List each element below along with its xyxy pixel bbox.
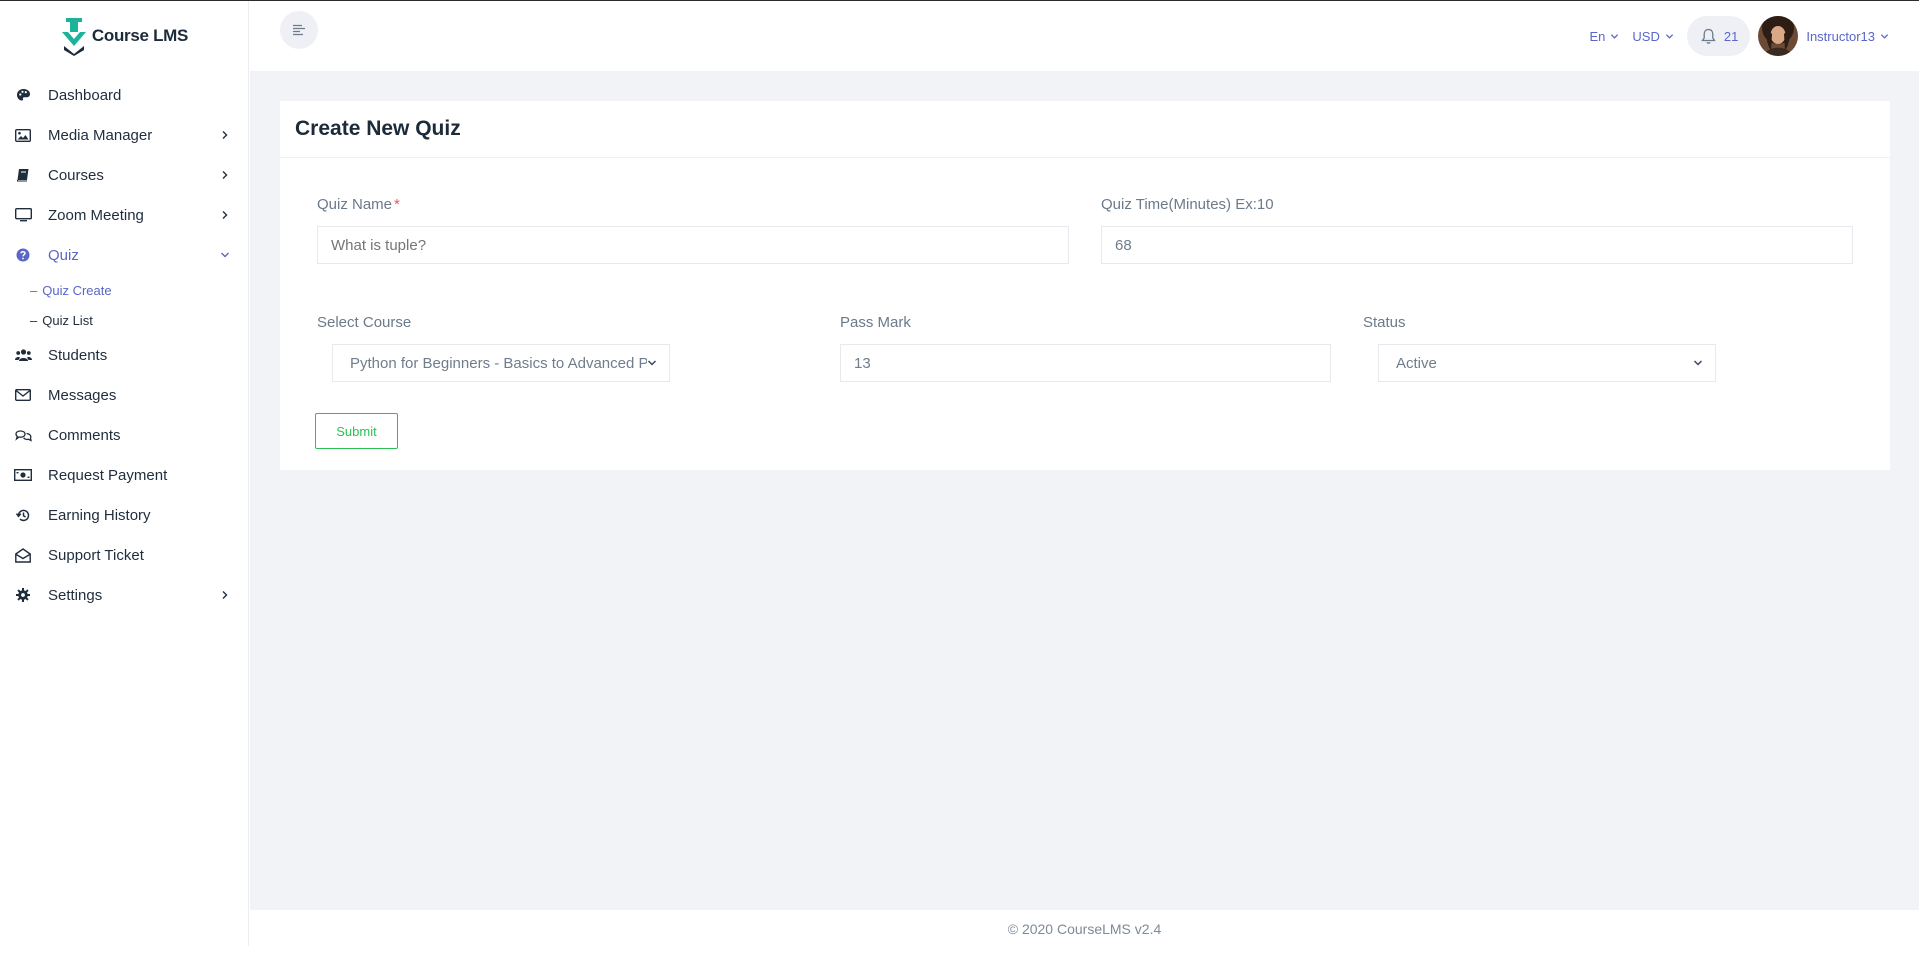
sidebar-item-earning-history[interactable]: Earning History: [0, 495, 248, 535]
history-icon: [14, 506, 32, 524]
submenu-item-quiz-create[interactable]: – Quiz Create: [0, 275, 248, 305]
chevron-right-icon: [222, 171, 228, 179]
page-title: Create New Quiz: [295, 117, 461, 140]
sidebar-item-comments[interactable]: Comments: [0, 415, 248, 455]
sidebar-item-quiz[interactable]: Quiz: [0, 235, 248, 275]
user-photo: [1758, 16, 1799, 56]
sidebar-item-label: Support Ticket: [48, 546, 144, 564]
copyright-text: © 2020 CourseLMS v2.4: [1007, 920, 1162, 937]
status-select-value: Active: [1396, 354, 1437, 372]
required-mark: *: [394, 196, 400, 213]
language-label: En: [1589, 28, 1606, 44]
brand-name: Course LMS: [91, 26, 189, 45]
quiz-name-label: Quiz Name *: [317, 196, 400, 213]
bell-icon: [1701, 28, 1716, 44]
monitor-icon: [14, 206, 32, 224]
sidebar-item-settings[interactable]: Settings: [0, 575, 248, 615]
chevron-right-icon: [222, 591, 228, 599]
language-dropdown[interactable]: En: [1590, 29, 1620, 44]
sidebar-item-label: Settings: [48, 586, 103, 604]
quiz-name-label-text: Quiz Name: [317, 196, 393, 213]
align-left-icon: [293, 24, 305, 36]
card-header: Create New Quiz: [280, 101, 1890, 158]
sidebar-item-label: Messages: [48, 386, 117, 404]
question-circle-icon: [14, 246, 32, 264]
footer: © 2020 CourseLMS v2.4: [250, 910, 1919, 947]
select-course-label: Select Course: [317, 314, 412, 331]
pass-mark-input[interactable]: 13: [840, 344, 1331, 382]
submenu-dash: –: [30, 312, 38, 328]
sidebar-item-label: Zoom Meeting: [48, 206, 144, 224]
pass-mark-label: Pass Mark: [840, 314, 911, 331]
book-icon: [14, 166, 32, 184]
sidebar-item-label: Students: [48, 346, 108, 364]
sidebar-item-label: Request Payment: [48, 466, 168, 484]
sidebar-menu: Dashboard Media Manager Courses Zoom Mee…: [0, 75, 248, 615]
topbar-right: En USD 21 Instructor13: [1590, 15, 1889, 57]
avatar[interactable]: [1758, 16, 1799, 56]
sidebar-item-courses[interactable]: Courses: [0, 155, 248, 195]
course-select[interactable]: Python for Beginners - Basics to Advance…: [332, 344, 670, 382]
image-icon: [14, 126, 32, 144]
sidebar-item-label: Comments: [48, 426, 121, 444]
quiz-time-label: Quiz Time(Minutes) Ex:10: [1101, 196, 1274, 213]
submenu-item-label: Quiz Create: [42, 282, 112, 298]
brand[interactable]: Course LMS: [0, 1, 248, 71]
user-dropdown[interactable]: Instructor13: [1806, 29, 1889, 44]
users-icon: [14, 346, 32, 364]
sidebar-item-label: Media Manager: [48, 126, 153, 144]
envelope-icon: [14, 386, 32, 404]
sidebar-item-messages[interactable]: Messages: [0, 375, 248, 415]
chevron-down-icon: [1665, 33, 1673, 39]
status-label: Status: [1363, 314, 1406, 331]
envelope-open-icon: [14, 546, 32, 564]
quiz-time-input[interactable]: 68: [1101, 226, 1853, 264]
currency-dropdown[interactable]: USD: [1632, 29, 1673, 44]
money-bill-icon: [14, 466, 32, 484]
submenu-dash: –: [30, 282, 38, 298]
notifications-button[interactable]: 21: [1686, 16, 1751, 56]
submenu-item-label: Quiz List: [42, 312, 93, 328]
comments-icon: [14, 426, 32, 444]
chevron-down-icon: [1693, 360, 1703, 366]
notification-count: 21: [1723, 28, 1739, 44]
submit-button[interactable]: Submit: [315, 413, 398, 449]
sidebar-item-label: Courses: [48, 166, 104, 184]
sidebar-item-label: Dashboard: [48, 86, 122, 104]
sidebar-item-zoom-meeting[interactable]: Zoom Meeting: [0, 195, 248, 235]
course-select-value: Python for Beginners - Basics to Advance…: [350, 354, 647, 372]
quiz-submenu: – Quiz Create – Quiz List: [0, 275, 248, 335]
sidebar-item-label: Earning History: [48, 506, 151, 524]
chevron-down-icon: [221, 252, 229, 258]
quiz-name-input[interactable]: [317, 226, 1069, 264]
sidebar-item-students[interactable]: Students: [0, 335, 248, 375]
sidebar-item-request-payment[interactable]: Request Payment: [0, 455, 248, 495]
chevron-right-icon: [222, 211, 228, 219]
status-select[interactable]: Active: [1378, 344, 1716, 382]
gear-icon: [14, 586, 32, 604]
sidebar: Course LMS Dashboard Media Manager Cours…: [0, 1, 249, 946]
quiz-time-value: 68: [1115, 236, 1132, 254]
sidebar-item-media-manager[interactable]: Media Manager: [0, 115, 248, 155]
create-quiz-card: Create New Quiz Quiz Name* Quiz Time(Min…: [280, 101, 1890, 470]
menu-toggle-button[interactable]: [280, 11, 318, 49]
chevron-down-icon: [1611, 33, 1619, 39]
chevron-down-icon: [1880, 33, 1889, 39]
sidebar-item-support-ticket[interactable]: Support Ticket: [0, 535, 248, 575]
quiz-submenu-wrapper: – Quiz Create – Quiz List: [0, 275, 248, 335]
pass-mark-value: 13: [854, 354, 871, 372]
currency-label: USD: [1632, 28, 1660, 44]
palette-icon: [14, 86, 32, 104]
chevron-right-icon: [222, 131, 228, 139]
sidebar-item-label: Quiz: [48, 246, 79, 264]
sidebar-item-dashboard[interactable]: Dashboard: [0, 75, 248, 115]
topbar: En USD 21 Instructor13: [250, 1, 1919, 71]
main-content: Create New Quiz Quiz Name* Quiz Time(Min…: [250, 71, 1919, 910]
submenu-item-quiz-list[interactable]: – Quiz List: [0, 305, 248, 335]
username: Instructor13: [1806, 28, 1875, 44]
chevron-down-icon: [647, 360, 657, 366]
brand-logo-icon: [61, 18, 86, 56]
